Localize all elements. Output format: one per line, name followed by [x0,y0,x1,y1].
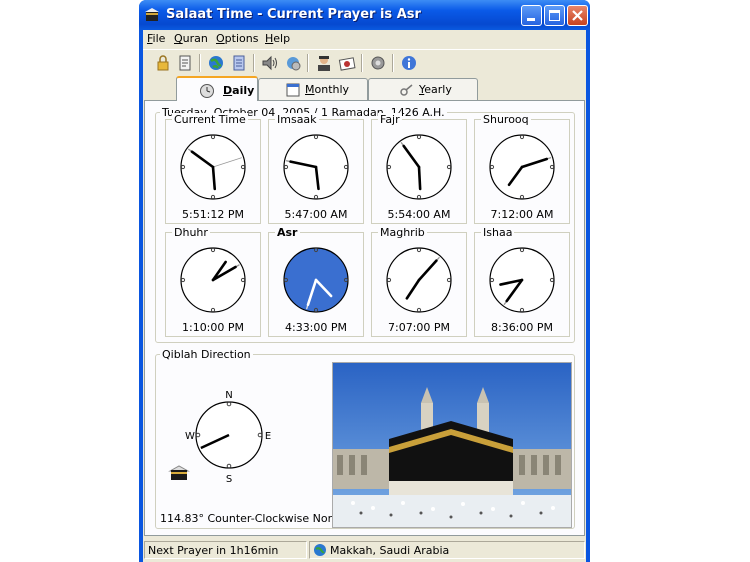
clock-name: Imsaak [275,113,319,126]
notes-icon[interactable] [229,53,249,73]
clock-name: Current Time [172,113,248,126]
compass-south-label: S [226,474,232,485]
clock-card: Ishaa 8:36:00 PM [474,226,570,337]
calendar-tab-icon [286,83,300,97]
title-bar[interactable]: Salaat Time - Current Prayer is Asr [139,0,590,30]
kaaba-photo [332,362,572,528]
clock-face [386,134,452,200]
tab-daily[interactable]: Daily [176,76,258,101]
client-area: File Quran Options Help Daily Monthly Ye… [143,30,586,562]
clock-time: 1:10:00 PM [181,321,245,334]
window-title: Salaat Time - Current Prayer is Asr [166,7,421,22]
settings-globe-icon[interactable] [283,53,303,73]
clock-time: 5:47:00 AM [284,208,348,221]
speaker-icon[interactable] [260,53,280,73]
clipboard-icon[interactable] [175,53,195,73]
kaaba-icon [168,465,190,480]
gear-icon[interactable] [368,53,388,73]
clock-card: Shurooq 7:12:00 AM [474,113,570,224]
toolbar [143,49,586,76]
clock-face [489,247,555,313]
minimize-button[interactable] [521,5,542,26]
clock-time: 8:36:00 PM [490,321,554,334]
menu-file[interactable]: File [147,32,165,45]
clock-face [180,247,246,313]
close-button[interactable] [567,5,588,26]
qiblah-group: Qiblah Direction N S E W 114.83° Counter… [155,348,575,529]
key-tab-icon [400,84,413,96]
clock-name: Maghrib [378,226,427,239]
globe-icon[interactable] [206,53,226,73]
clock-card: Fajr 5:54:00 AM [371,113,467,224]
clock-card: Dhuhr 1:10:00 PM [165,226,261,337]
lock-icon[interactable] [153,53,173,73]
clock-name: Fajr [378,113,402,126]
tab-monthly[interactable]: Monthly [258,78,368,100]
hour-hand [211,165,217,191]
clock-tab-icon [200,84,214,98]
app-window: Salaat Time - Current Prayer is Asr File… [139,0,590,562]
clock-card: Maghrib 7:07:00 PM [371,226,467,337]
qiblah-label: Qiblah Direction [160,348,253,361]
info-icon[interactable] [399,53,419,73]
clock-face [283,247,349,313]
clock-name: Shurooq [481,113,531,126]
app-kaaba-icon [145,8,159,21]
hour-hand [417,165,422,191]
menu-help[interactable]: Help [265,32,290,45]
status-bar: Next Prayer in 1h16min Makkah, Saudi Ara… [143,538,586,560]
clock-card: Current Time 5:51:12 PM [165,113,261,224]
compass-west-label: W [185,431,195,442]
clock-face [180,134,246,200]
clock-face [386,247,452,313]
clock-name: Dhuhr [172,226,210,239]
status-location: Makkah, Saudi Arabia [309,541,585,559]
clock-time: 7:12:00 AM [490,208,554,221]
menu-quran[interactable]: Quran [174,32,208,45]
view-tabs: Daily Monthly Yearly [143,76,586,101]
clock-card: Asr 4:33:00 PM [268,226,364,337]
clock-face [283,134,349,200]
compass-east-label: E [265,431,271,442]
menu-bar: File Quran Options Help [143,30,586,48]
compass-north-label: N [225,390,232,401]
clock-time: 4:33:00 PM [284,321,348,334]
maximize-button[interactable] [544,5,565,26]
person-icon[interactable] [314,53,334,73]
clock-name: Ishaa [481,226,515,239]
tab-yearly[interactable]: Yearly [368,78,478,100]
daily-panel: Tuesday, October 04, 2005 / 1 Ramadan, 1… [144,100,585,536]
clock-time: 5:51:12 PM [181,208,245,221]
close-icon [572,10,583,21]
status-next-prayer: Next Prayer in 1h16min [144,541,307,559]
globe-status-icon [314,544,326,556]
qiblah-direction-text: 114.83° Counter-Clockwise North [160,512,344,525]
prayer-times-group: Tuesday, October 04, 2005 / 1 Ramadan, 1… [155,106,575,343]
minimize-icon [527,18,535,21]
maximize-icon [549,10,560,21]
hat-icon[interactable] [337,53,357,73]
menu-options[interactable]: Options [216,32,258,45]
clock-card: Imsaak 5:47:00 AM [268,113,364,224]
clock-name: Asr [275,226,300,239]
qiblah-compass: N S E W [185,390,271,485]
clock-face [489,134,555,200]
clock-time: 7:07:00 PM [387,321,451,334]
clock-time: 5:54:00 AM [387,208,451,221]
